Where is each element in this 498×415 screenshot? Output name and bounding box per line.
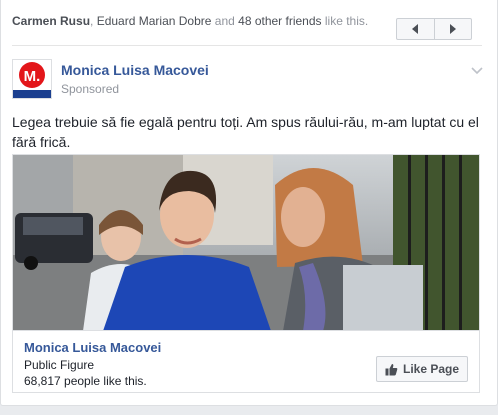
separator: ,	[90, 14, 97, 28]
avatar-letter: M.	[24, 68, 41, 85]
thumbs-up-icon	[385, 363, 398, 375]
conjunction-text: and	[211, 14, 239, 28]
sponsored-label[interactable]: Sponsored	[61, 82, 119, 96]
other-friends-link[interactable]: 48 other friends	[238, 14, 321, 28]
post-photo[interactable]	[12, 154, 480, 330]
page-attachment-footer: Monica Luisa Macovei Public Figure 68,81…	[12, 330, 480, 393]
post-menu-button[interactable]	[471, 62, 483, 80]
like-page-label: Like Page	[402, 362, 460, 376]
campaign-photo-image	[13, 155, 479, 330]
chevron-down-icon	[471, 67, 483, 75]
page-category: Public Figure	[24, 358, 95, 372]
like-suffix-text: like this.	[321, 14, 369, 28]
triangle-left-icon	[412, 24, 419, 34]
page-likes-count: 68,817 people like this.	[24, 374, 147, 388]
page-name-link[interactable]: Monica Luisa Macovei	[24, 340, 161, 355]
avatar-logo-icon: M.	[13, 60, 51, 98]
previous-button[interactable]	[397, 19, 434, 39]
post-author-link[interactable]: Monica Luisa Macovei	[61, 62, 209, 78]
like-page-button[interactable]: Like Page	[376, 356, 468, 382]
friend-link[interactable]: Eduard Marian Dobre	[97, 14, 212, 28]
triangle-right-icon	[449, 24, 456, 34]
carousel-pager	[396, 18, 472, 40]
sponsored-post-card: Carmen Rusu, Eduard Marian Dobre and 48 …	[0, 0, 498, 406]
social-context-bar: Carmen Rusu, Eduard Marian Dobre and 48 …	[12, 13, 482, 46]
next-button[interactable]	[433, 19, 472, 39]
post-message: Legea trebuie să fie egală pentru toți. …	[12, 114, 479, 150]
friend-link[interactable]: Carmen Rusu	[12, 14, 90, 28]
page-avatar[interactable]: M.	[12, 59, 52, 99]
